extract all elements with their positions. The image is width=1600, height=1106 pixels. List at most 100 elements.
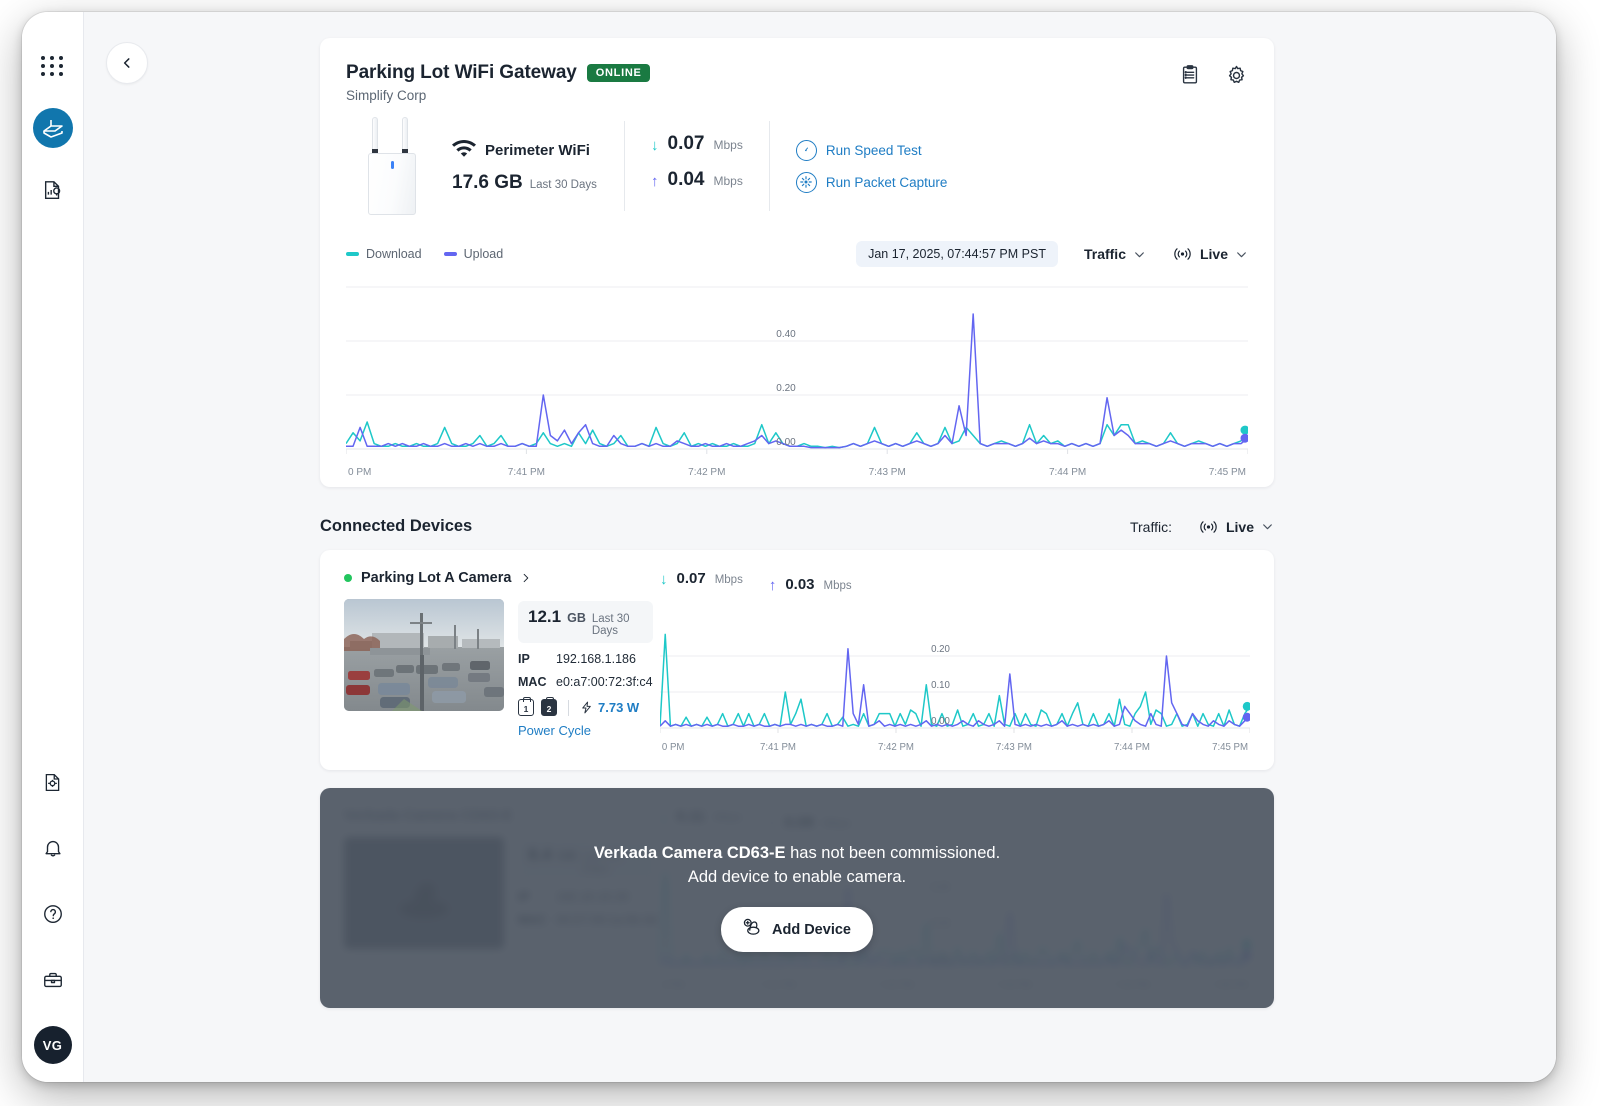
svg-text:0.40: 0.40: [776, 329, 796, 340]
svg-text:7:44 PM: 7:44 PM: [1114, 742, 1150, 752]
device-ip: IP 192.168.1.186: [518, 652, 653, 666]
chart-toolbar: Download Upload Jan 17, 2025, 07:44:57 P…: [320, 233, 1274, 273]
svg-text:0 PM: 0 PM: [662, 742, 685, 752]
upload-value: 0.04: [668, 169, 705, 191]
connected-devices-bar: Connected Devices Traffic: Live: [320, 517, 1274, 536]
gateway-traffic-chart[interactable]: 0.000.200.400 PM7:41 PM7:42 PM7:43 PM7:4…: [320, 273, 1274, 487]
download-speed: ↓ 0.07 Mbps: [651, 133, 743, 163]
gateway-card: Parking Lot WiFi Gateway ONLINE Simplify…: [320, 38, 1274, 487]
run-speed-test-button[interactable]: Run Speed Test: [796, 140, 948, 161]
add-device-button[interactable]: Add Device: [721, 907, 873, 952]
svg-text:0.10: 0.10: [931, 680, 950, 691]
device-download-unit: Mbps: [715, 574, 743, 586]
svg-text:0.20: 0.20: [776, 383, 796, 394]
app-window: VG Parking Lot WiFi Gateway ONLINE Simpl…: [22, 12, 1556, 1082]
device-mac-key: MAC: [518, 675, 548, 689]
broadcast-icon: [1172, 246, 1193, 262]
camera-thumbnail[interactable]: [344, 599, 504, 711]
svg-text:0.00: 0.00: [931, 716, 950, 727]
upload-arrow-icon: ↑: [651, 174, 659, 189]
chart-legend: Download Upload: [346, 247, 503, 261]
overlay-line-1-rest: has not been commissioned.: [786, 844, 1001, 862]
chevron-right-icon: [520, 571, 531, 585]
device-usage-period: Last 30 Days: [592, 613, 643, 637]
divider: [568, 700, 569, 716]
power-cycle-button[interactable]: Power Cycle: [518, 723, 653, 738]
sidebar-item-access-point[interactable]: [33, 108, 73, 148]
metric-selector[interactable]: Traffic: [1084, 246, 1146, 262]
legend-swatch-download: [346, 252, 359, 256]
device-ip-key: IP: [518, 652, 548, 666]
download-arrow-icon: ↓: [651, 138, 659, 153]
upload-unit: Mbps: [713, 174, 742, 188]
device-card-parking-lot-a-camera[interactable]: Parking Lot A Camera: [320, 550, 1274, 770]
back-button[interactable]: [106, 42, 148, 84]
port-badge-1[interactable]: 1: [518, 699, 534, 716]
device-power: 7.73 W: [580, 700, 639, 715]
svg-text:7:44 PM: 7:44 PM: [1049, 467, 1086, 477]
device-download-value: 0.07: [677, 570, 706, 587]
run-speed-test-label: Run Speed Test: [826, 143, 922, 158]
chevron-down-icon: [1133, 248, 1146, 261]
run-packet-capture-button[interactable]: Run Packet Capture: [796, 172, 948, 193]
devices-range-selector[interactable]: Live: [1198, 519, 1274, 535]
ssid-label: Perimeter WiFi: [485, 142, 590, 159]
upload-arrow-icon: ↑: [769, 578, 777, 593]
download-unit: Mbps: [713, 138, 742, 152]
device-name[interactable]: Parking Lot A Camera: [361, 570, 511, 586]
svg-text:7:45 PM: 7:45 PM: [1209, 467, 1246, 477]
overlay-message: Verkada Camera CD63-E has not been commi…: [320, 788, 1274, 1008]
packet-capture-icon: [796, 172, 817, 193]
clipboard-list-icon[interactable]: [1179, 64, 1201, 92]
device-upload-unit: Mbps: [824, 580, 852, 592]
device-mac-value: e0:a7:00:72:3f:c4: [556, 675, 653, 689]
status-dot: [344, 574, 352, 582]
usage-period: Last 30 Days: [530, 179, 597, 191]
document-bug-icon[interactable]: [33, 762, 73, 802]
gateway-header: Parking Lot WiFi Gateway ONLINE Simplify…: [320, 38, 1274, 103]
download-value: 0.07: [668, 133, 705, 155]
speedometer-icon: [796, 140, 817, 161]
bell-icon[interactable]: [33, 828, 73, 868]
device-usage-unit: GB: [567, 611, 586, 625]
avatar[interactable]: VG: [34, 1026, 72, 1064]
apps-grid-icon[interactable]: [33, 46, 73, 86]
range-selector[interactable]: Live: [1172, 246, 1248, 262]
run-packet-capture-label: Run Packet Capture: [826, 175, 948, 190]
svg-text:7:43 PM: 7:43 PM: [869, 467, 906, 477]
download-arrow-icon: ↓: [660, 572, 668, 587]
chevron-down-icon: [1235, 248, 1248, 261]
overlay-line-2: Add device to enable camera.: [688, 868, 906, 887]
overlay-line-1: Verkada Camera CD63-E has not been commi…: [594, 844, 1000, 863]
devices-traffic-label: Traffic:: [1130, 519, 1172, 535]
uncommissioned-device-card: Verkada Camera CD63-E 8.4GBLast 30 Days: [320, 788, 1274, 1008]
device-stats: Perimeter WiFi 17.6 GB Last 30 Days ↓ 0.…: [320, 103, 1274, 233]
sidebar-item-reports[interactable]: [33, 170, 73, 210]
chart-timestamp: Jan 17, 2025, 07:44:57 PM PST: [856, 241, 1058, 267]
svg-text:0 PM: 0 PM: [348, 467, 371, 477]
usage-value: 17.6 GB: [452, 172, 523, 194]
wifi-icon: [452, 139, 476, 162]
devices-range-label: Live: [1226, 519, 1254, 535]
access-point-image: [346, 117, 438, 215]
svg-text:0.20: 0.20: [931, 644, 950, 655]
device-upload-speed: ↑ 0.03 Mbps: [769, 576, 852, 606]
toolbox-icon[interactable]: [33, 960, 73, 1000]
svg-text:7:41 PM: 7:41 PM: [760, 742, 796, 752]
metric-selector-label: Traffic: [1084, 246, 1126, 262]
range-selector-label: Live: [1200, 246, 1228, 262]
legend-label-download: Download: [366, 247, 422, 261]
gear-icon[interactable]: [1225, 64, 1248, 92]
add-device-label: Add Device: [772, 922, 851, 938]
svg-text:0.00: 0.00: [776, 437, 796, 448]
legend-upload: Upload: [444, 247, 504, 261]
device-upload-value: 0.03: [785, 576, 814, 593]
lightning-icon: [580, 700, 593, 715]
org-name: Simplify Corp: [346, 88, 1248, 103]
port-badge-2[interactable]: 2: [541, 699, 557, 716]
left-nav-rail: VG: [22, 12, 84, 1082]
connected-devices-title: Connected Devices: [320, 517, 472, 536]
broadcast-icon: [1198, 519, 1219, 535]
svg-text:7:43 PM: 7:43 PM: [996, 742, 1032, 752]
question-circle-icon[interactable]: [33, 894, 73, 934]
